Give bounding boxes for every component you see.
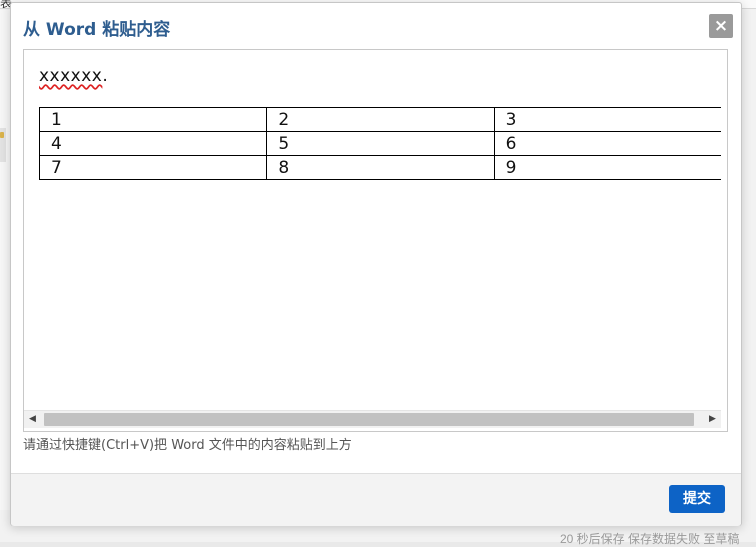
table-cell: 9 — [493, 155, 721, 180]
scroll-left-icon[interactable]: ◀ — [24, 411, 41, 428]
table-cell: 1 — [38, 107, 268, 132]
submit-button[interactable]: 提交 — [669, 485, 725, 513]
editor-content[interactable]: xxxxxx. 1 2 3 4 5 6 7 8 9 — [24, 50, 721, 410]
background-folder-icon — [0, 132, 4, 138]
table-cell: 4 — [38, 131, 268, 156]
scroll-right-icon[interactable]: ▶ — [704, 411, 721, 428]
close-icon[interactable]: × — [709, 14, 733, 38]
paste-hint: 请通过快捷键(Ctrl+V)把 Word 文件中的内容粘贴到上方 — [23, 438, 352, 453]
pasted-table: 1 2 3 4 5 6 7 8 9 — [38, 107, 721, 180]
table-row: 4 5 6 — [38, 131, 721, 156]
background-status-text: 20 秒后保存 保存数据失败 至草稿 — [560, 532, 740, 546]
misspelled-word: xxxxxx — [39, 66, 103, 86]
dialog-title: 从 Word 粘贴内容 — [23, 20, 171, 40]
scrollbar-thumb[interactable] — [44, 413, 694, 426]
paste-editor[interactable]: xxxxxx. 1 2 3 4 5 6 7 8 9 ◀ ▶ — [23, 49, 728, 432]
paragraph-period: . — [102, 66, 109, 86]
table-cell: 8 — [266, 155, 495, 180]
table-cell: 7 — [38, 155, 268, 180]
dialog-footer: 提交 — [11, 473, 741, 526]
table-cell: 5 — [266, 131, 495, 156]
table-row: 7 8 9 — [38, 155, 721, 180]
horizontal-scrollbar[interactable]: ◀ ▶ — [24, 410, 721, 428]
paste-from-word-dialog: 从 Word 粘贴内容 × xxxxxx. 1 2 3 4 5 6 7 8 9 … — [10, 2, 742, 526]
table-cell: 2 — [266, 107, 495, 132]
table-cell: 3 — [493, 107, 721, 132]
dialog-header: 从 Word 粘贴内容 × — [11, 3, 741, 49]
table-row: 1 2 3 — [38, 107, 721, 132]
table-cell: 6 — [493, 131, 721, 156]
pasted-paragraph: xxxxxx. — [39, 66, 108, 86]
